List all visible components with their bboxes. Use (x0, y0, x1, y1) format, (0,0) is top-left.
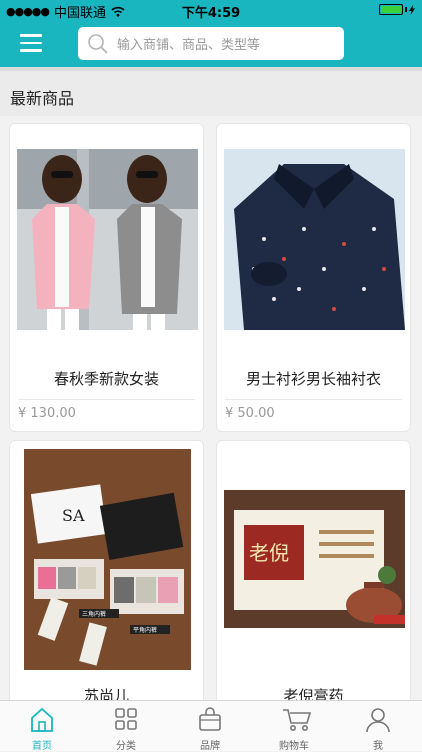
product-name: 春秋季新款女装 (53, 370, 159, 388)
search-input[interactable]: 输入商铺、商品、类型等 (117, 34, 260, 53)
product-image-womens-coat (17, 149, 198, 330)
product-image-medicine-box: 老倪 (224, 490, 405, 628)
card-divider (225, 399, 402, 400)
tab-brand[interactable]: 品牌 (168, 701, 252, 752)
product-image-underwear: SA 三角内裤 平角内裤 (24, 449, 191, 670)
status-time: 下午4:59 (181, 6, 241, 21)
underwear-tag-1: 三角内裤 (82, 610, 106, 618)
charging-icon (409, 4, 415, 15)
tab-category[interactable]: 分类 (84, 701, 168, 752)
search-icon (88, 33, 108, 54)
product-name: 男士衬衫男长袖衬衣 (245, 370, 381, 388)
product-card[interactable]: 男士衬衫男长袖衬衣 ¥ 50.00 (216, 123, 411, 432)
tab-home[interactable]: 首页 (0, 701, 84, 752)
tab-me[interactable]: 我 (336, 701, 420, 752)
user-icon (366, 708, 390, 733)
product-card[interactable]: 老倪 老倪膏药 (216, 440, 411, 710)
grid-icon (115, 708, 137, 730)
product-card[interactable]: 春秋季新款女装 ¥ 130.00 (9, 123, 204, 432)
tab-bar: 首页 分类 品牌 购物车 我 (0, 700, 422, 752)
product-price: ¥ 50.00 (225, 406, 275, 421)
underwear-tag-2: 平角内裤 (133, 626, 157, 634)
bag-icon (199, 707, 221, 731)
medicine-brand-text: 老倪 (249, 541, 289, 565)
section-header: 最新商品 (0, 71, 422, 116)
status-bar: ●●●●● 中国联通 下午4:59 (0, 0, 422, 21)
cart-icon (283, 709, 312, 731)
menu-icon[interactable] (20, 34, 42, 52)
product-card[interactable]: SA 三角内裤 平角内裤 苏尚儿 (9, 440, 204, 710)
home-icon (31, 707, 53, 732)
product-image-mens-shirt (224, 149, 405, 330)
top-header: 输入商铺、商品、类型等 (0, 20, 422, 67)
product-price: ¥ 130.00 (18, 406, 76, 421)
search-bar[interactable]: 输入商铺、商品、类型等 (78, 27, 344, 60)
tab-cart[interactable]: 购物车 (252, 701, 336, 752)
battery-icon (379, 4, 415, 15)
underwear-box-brand: SA (62, 506, 85, 525)
card-divider (18, 399, 195, 400)
section-title: 最新商品 (10, 89, 75, 108)
